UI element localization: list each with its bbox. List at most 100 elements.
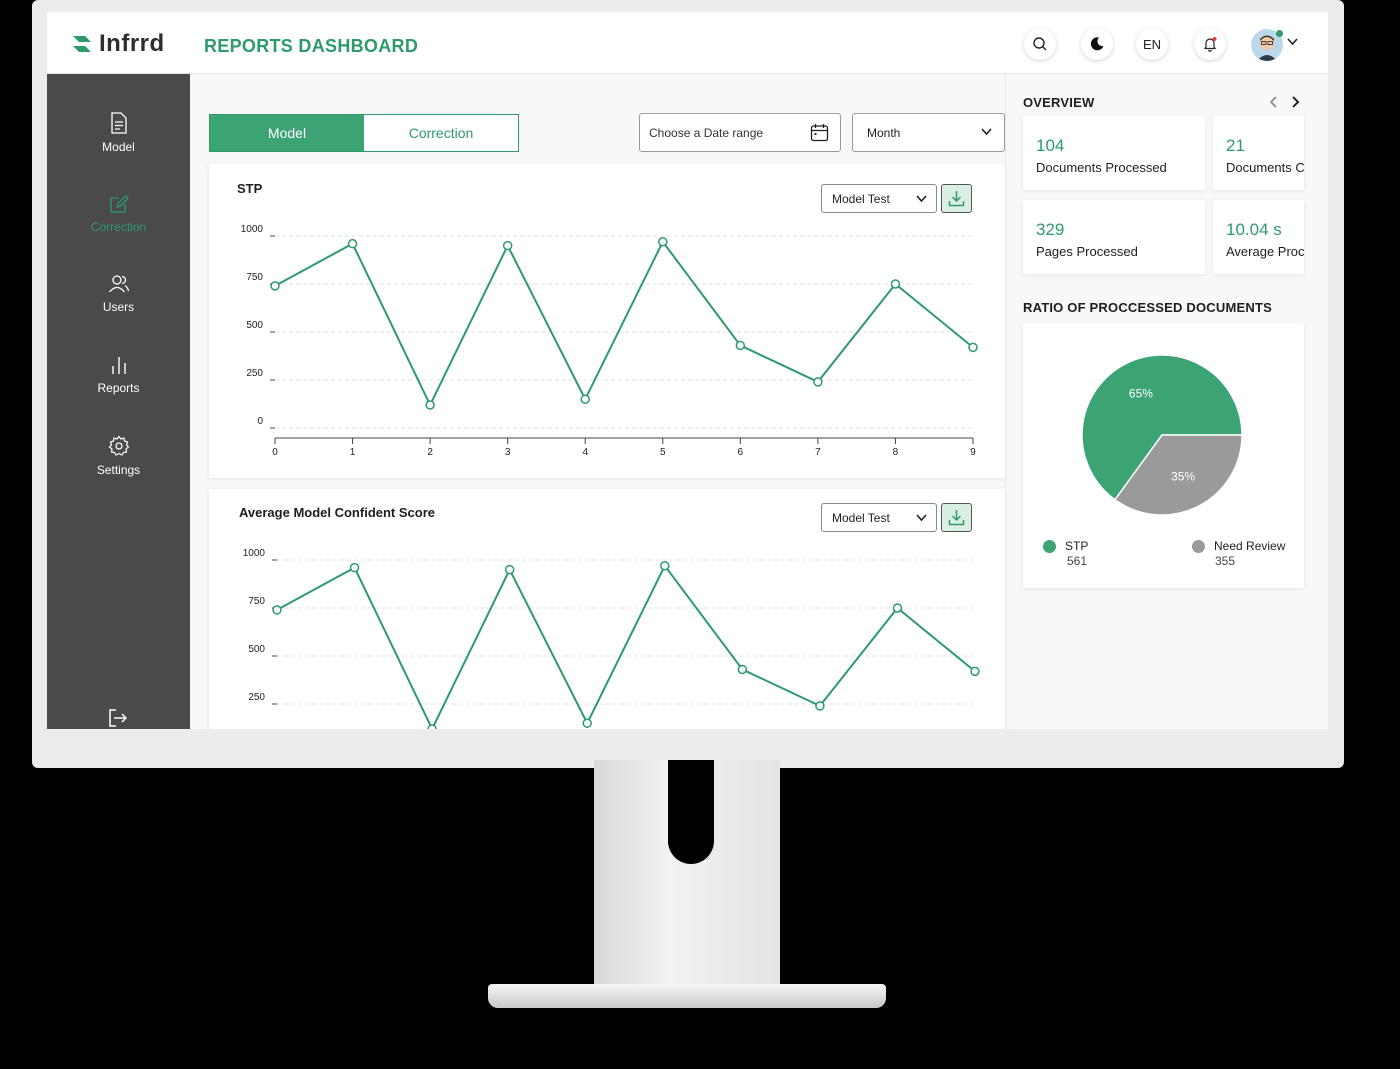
data-point [970, 666, 980, 677]
data-point [737, 664, 748, 675]
data-point [892, 603, 903, 613]
y-tick-label: 0 [257, 416, 263, 427]
legend-dot-stp [1043, 540, 1056, 553]
sidebar-item-label: Model [102, 140, 135, 154]
brand-name: Infrrd [99, 30, 165, 57]
tab-correction[interactable]: Correction [364, 115, 518, 151]
x-tick-label: 5 [660, 447, 666, 458]
search-button[interactable] [1024, 28, 1056, 60]
chevron-down-icon [981, 128, 992, 136]
x-tick-label: 9 [970, 447, 976, 458]
stat-value: 329 [1036, 220, 1065, 239]
data-point [813, 377, 823, 387]
app-screen: Infrrd REPORTS DASHBOARD EN Model Correc… [47, 12, 1328, 729]
pie-slice-label: 35% [1171, 469, 1195, 483]
bell-icon [1203, 37, 1217, 52]
x-tick-label: 4 [582, 447, 588, 458]
sidebar-item-label: Reports [97, 381, 140, 395]
y-tick-label: 500 [246, 320, 263, 331]
data-point [735, 340, 746, 351]
stat-label: Pages Processed [1036, 244, 1138, 259]
stat-value: 21 [1226, 136, 1245, 155]
data-point [815, 701, 825, 711]
avg-score-line-chart: 250 500 750 1000 [243, 548, 980, 729]
users-icon [108, 275, 129, 293]
search-icon [1033, 37, 1047, 51]
y-tick-label: 500 [248, 644, 265, 655]
pie-slice-label: 65% [1129, 387, 1153, 401]
period-select[interactable]: Month [852, 113, 1005, 152]
data-point [968, 342, 978, 353]
chevron-left-icon[interactable] [1269, 96, 1279, 108]
x-tick-label: 6 [738, 447, 744, 458]
avg-score-chart-card: Average Model Confident Score Model Test… [209, 489, 1005, 729]
y-tick-label: 1000 [243, 548, 266, 559]
ratio-title: RATIO OF PROCCESSED DOCUMENTS [1023, 300, 1272, 315]
app-header: Infrrd REPORTS DASHBOARD EN [47, 12, 1328, 74]
data-point [658, 237, 668, 247]
view-tabs: Model Correction [209, 114, 519, 152]
overview-title: OVERVIEW [1023, 95, 1095, 110]
data-point [349, 562, 360, 573]
chevron-down-icon[interactable] [1287, 38, 1298, 46]
data-point [272, 605, 282, 615]
stat-value: 104 [1036, 136, 1065, 155]
sidebar-item-correction[interactable]: Correction [47, 194, 190, 234]
stat-label: Average Proc [1226, 244, 1304, 259]
sidebar-item-label: Correction [90, 220, 147, 234]
data-point [270, 281, 280, 291]
sidebar-item-model[interactable]: Model [47, 112, 190, 154]
sidebar-item-label: Settings [96, 463, 141, 477]
language-button[interactable]: EN [1136, 28, 1168, 60]
stp-chart-card: STP Model Test 0 250 500 750 1000 0 1 2 3 4 5 6 7 8 9 [209, 164, 1005, 478]
legend-label-need-review: Need Review [1214, 539, 1286, 553]
tab-model[interactable]: Model [210, 115, 364, 151]
sidebar: Model Correction Users Reports Settings [47, 74, 190, 729]
stat-value: 10.04 s [1226, 220, 1282, 239]
sidebar-item-reports[interactable]: Reports [47, 355, 190, 395]
stat-card-documents-processed: 104 Documents Processed [1023, 116, 1205, 190]
data-point [504, 564, 515, 575]
brand-logo[interactable]: Infrrd [71, 30, 165, 58]
period-value: Month [867, 125, 901, 140]
legend-count-stp: 561 [1067, 554, 1088, 568]
series-line [276, 563, 976, 729]
series-line [274, 239, 974, 408]
y-tick-label: 1000 [241, 224, 264, 235]
sidebar-item-settings[interactable]: Settings [47, 435, 190, 477]
theme-toggle-button[interactable] [1081, 28, 1113, 60]
infrrd-logo-icon [73, 36, 91, 52]
x-tick-label: 7 [815, 447, 821, 458]
x-tick-label: 1 [350, 447, 356, 458]
logout-icon[interactable] [108, 708, 128, 728]
data-point [502, 240, 513, 251]
stp-line-chart: 0 250 500 750 1000 0 1 2 3 4 5 6 7 8 9 [241, 224, 978, 458]
language-label: EN [1142, 36, 1162, 52]
stat-label: Documents C [1226, 160, 1304, 175]
stat-label: Documents Processed [1036, 160, 1167, 175]
bar-chart-icon [111, 357, 126, 374]
panel-divider [1005, 74, 1006, 729]
legend-count-need-review: 355 [1215, 554, 1236, 568]
date-range-picker[interactable]: Choose a Date range [639, 113, 841, 152]
legend-label-stp: STP [1065, 539, 1089, 553]
stat-card-average-processing: 10.04 s Average Proc [1213, 200, 1304, 274]
x-tick-label: 0 [272, 447, 278, 458]
gear-icon [108, 435, 129, 456]
data-point [582, 718, 592, 728]
sidebar-item-label: Users [102, 300, 135, 314]
sidebar-item-users[interactable]: Users [47, 274, 190, 314]
data-point [347, 238, 358, 249]
date-range-placeholder: Choose a Date range [649, 125, 764, 140]
data-point [425, 400, 435, 410]
monitor-stand-slot [668, 760, 714, 864]
y-tick-label: 750 [248, 596, 265, 607]
notifications-button[interactable] [1194, 28, 1226, 60]
ratio-pie-card: 65% 35% STP 561 Need Review 355 [1023, 323, 1304, 588]
chevron-right-icon[interactable] [1290, 96, 1300, 108]
stat-card-pages-processed: 329 Pages Processed [1023, 200, 1205, 274]
moon-icon [1090, 37, 1104, 51]
y-tick-label: 250 [248, 692, 265, 703]
edit-icon [109, 195, 129, 213]
stat-card-documents-partial: 21 Documents C [1213, 116, 1304, 190]
